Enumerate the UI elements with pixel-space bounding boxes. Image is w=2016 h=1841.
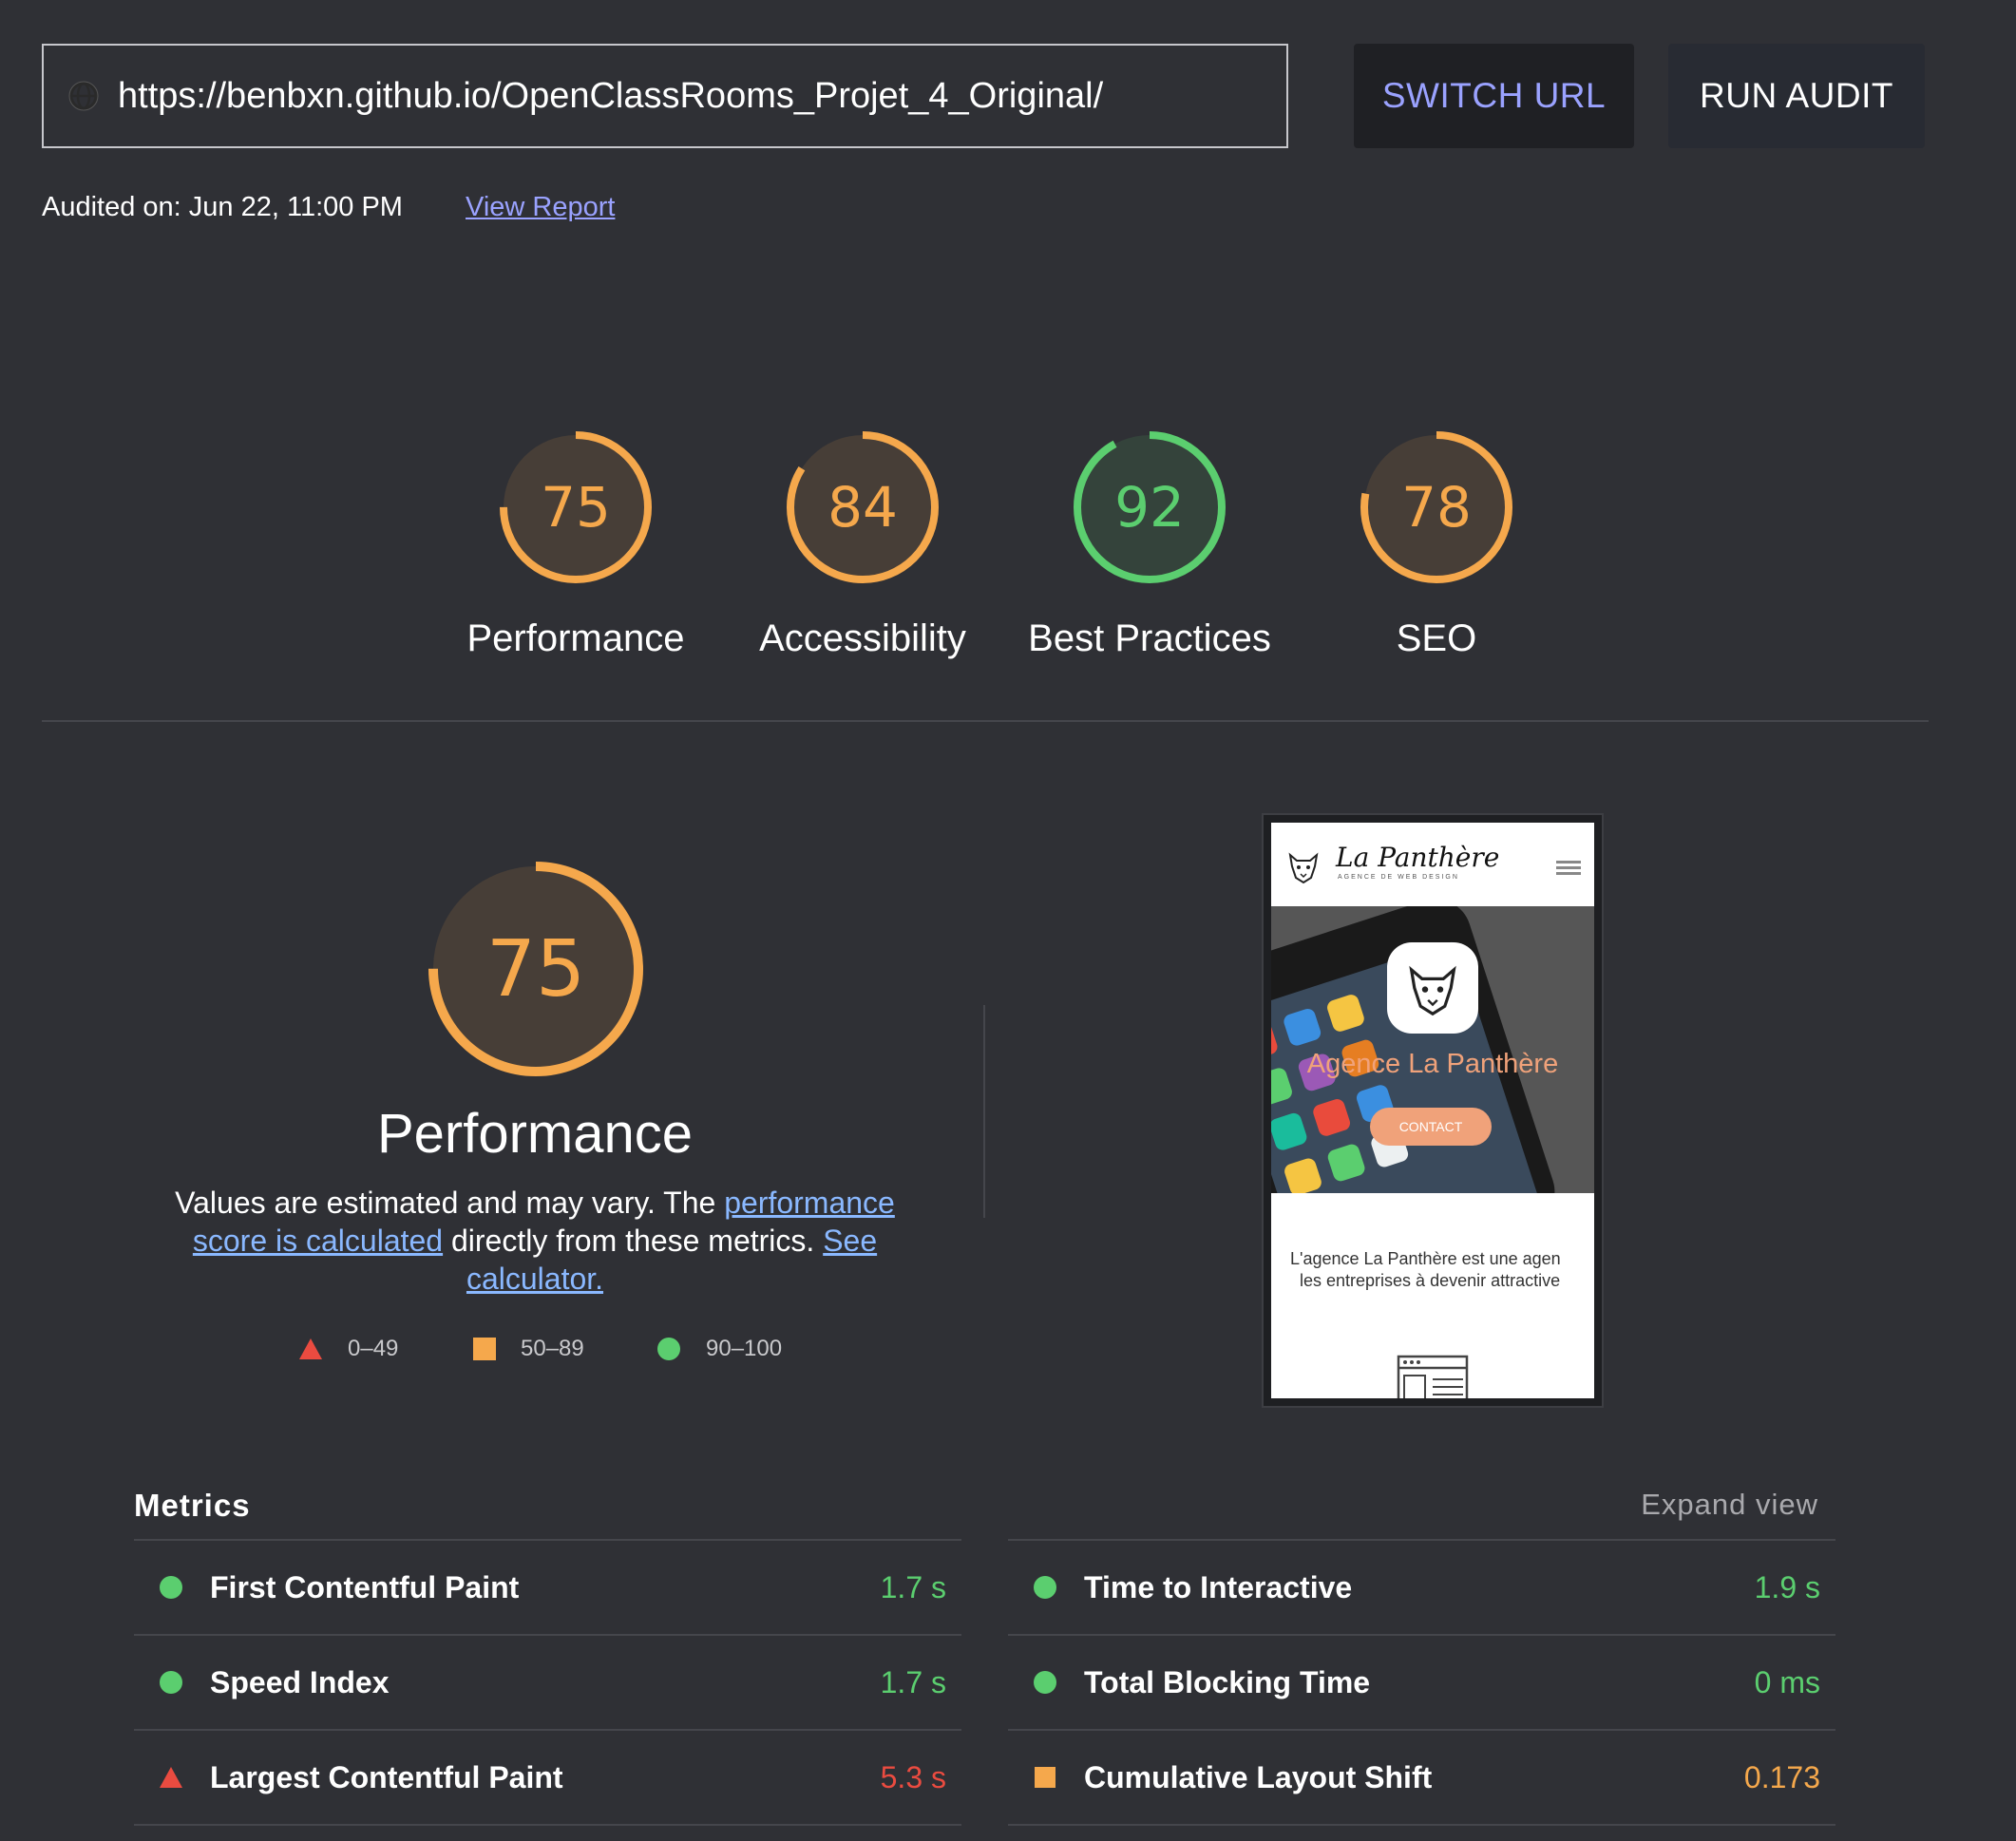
metric-row: First Contentful Paint 1.7 s — [134, 1541, 961, 1634]
hero-logo — [1387, 942, 1478, 1034]
metric-value: 1.9 s — [1754, 1569, 1820, 1604]
performance-description: Values are estimated and may vary. The p… — [155, 1184, 915, 1298]
pass-circle-icon — [1034, 1576, 1056, 1599]
metric-label: Speed Index — [210, 1664, 390, 1699]
gauge-score: 75 — [541, 475, 611, 540]
switch-url-button[interactable]: SWITCH URL — [1354, 44, 1634, 148]
metrics-title: Metrics — [134, 1488, 251, 1523]
browser-window-icon — [1397, 1355, 1469, 1398]
site-intro-line-2: les entreprises à devenir attractive — [1300, 1271, 1561, 1290]
site-brand-subtitle: AGENCE DE WEB DESIGN — [1338, 874, 1459, 881]
gauge-label: Performance — [466, 617, 685, 659]
site-intro-line-1: L'agence La Panthère est une agen — [1290, 1249, 1561, 1268]
contact-button[interactable]: CONTACT — [1370, 1108, 1492, 1146]
metric-row: Speed Index 1.7 s — [134, 1636, 961, 1729]
url-text: https://benbxn.github.io/OpenClassRooms_… — [118, 75, 1104, 116]
metric-value: 5.3 s — [880, 1759, 946, 1794]
vertical-divider — [983, 1005, 985, 1218]
pass-circle-icon — [160, 1576, 182, 1599]
site-brand: La Panthère — [1336, 842, 1500, 873]
fail-triangle-icon — [160, 1767, 182, 1788]
pass-circle-icon — [1034, 1671, 1056, 1694]
audited-timestamp: Audited on: Jun 22, 11:00 PM — [42, 192, 403, 222]
site-header: La Panthère AGENCE DE WEB DESIGN — [1271, 823, 1594, 906]
gauge-score: 84 — [827, 475, 898, 540]
metric-value: 1.7 s — [880, 1569, 946, 1604]
legend-average-label: 50–89 — [521, 1336, 584, 1361]
metric-label: Largest Contentful Paint — [210, 1759, 563, 1794]
gauge-label: SEO — [1396, 617, 1477, 659]
metric-label: Cumulative Layout Shift — [1084, 1759, 1433, 1794]
legend-average: 50–89 — [473, 1336, 584, 1362]
expand-view-toggle[interactable]: Expand view — [1615, 1488, 1818, 1522]
run-audit-button[interactable]: RUN AUDIT — [1668, 44, 1925, 148]
metric-value: 1.7 s — [880, 1664, 946, 1699]
legend-pass: 90–100 — [656, 1336, 782, 1362]
pass-circle-icon — [160, 1671, 182, 1694]
legend-fail-label: 0–49 — [348, 1336, 399, 1361]
metric-row: Largest Contentful Paint 5.3 s — [134, 1731, 961, 1824]
metrics-column-right: Time to Interactive 1.9 s Total Blocking T… — [1008, 1539, 1835, 1826]
site-intro-text: L'agence La Panthère est une agen les en… — [1290, 1248, 1594, 1292]
final-screenshot: La Panthère AGENCE DE WEB DESIGN Agence … — [1271, 823, 1594, 1398]
legend-fail: 0–49 — [298, 1336, 398, 1362]
metric-label: First Contentful Paint — [210, 1569, 520, 1604]
square-icon — [473, 1338, 496, 1360]
hero-title: Agence La Panthère — [1306, 1049, 1559, 1079]
metric-row: Time to Interactive 1.9 s — [1008, 1541, 1835, 1634]
metrics-column-left: First Contentful Paint 1.7 s Speed Index 1.… — [134, 1539, 961, 1826]
metric-label: Time to Interactive — [1084, 1569, 1353, 1604]
metric-row: Total Blocking Time 0 ms — [1008, 1636, 1835, 1729]
view-report-link[interactable]: View Report — [466, 192, 615, 223]
globe-icon — [68, 81, 99, 111]
gauge-score: 78 — [1401, 475, 1472, 540]
metric-divider — [1008, 1824, 1835, 1826]
description-text-1: Values are estimated and may vary. The — [175, 1186, 725, 1220]
panther-icon — [1409, 965, 1456, 1016]
url-input[interactable]: https://benbxn.github.io/OpenClassRooms_… — [42, 44, 1288, 148]
average-square-icon — [1035, 1767, 1056, 1788]
site-hero: Agence La Panthère CONTACT — [1271, 906, 1594, 1193]
triangle-icon — [299, 1338, 322, 1359]
performance-title: Performance — [376, 1103, 694, 1165]
gauge-score: 92 — [1114, 475, 1185, 540]
metric-value: 0 ms — [1754, 1664, 1820, 1699]
gauge-label: Best Practices — [1028, 617, 1271, 659]
gauge-label: Accessibility — [759, 617, 966, 659]
legend-pass-label: 90–100 — [706, 1336, 783, 1361]
metric-row: Cumulative Layout Shift 0.173 — [1008, 1731, 1835, 1824]
section-divider — [42, 720, 1929, 722]
performance-score: 75 — [485, 923, 586, 1015]
circle-icon — [657, 1338, 680, 1360]
metric-value: 0.173 — [1743, 1759, 1820, 1794]
description-text-2: directly from these metrics. — [443, 1224, 824, 1258]
metric-label: Total Blocking Time — [1084, 1664, 1371, 1699]
metric-divider — [134, 1824, 961, 1826]
panther-logo-icon — [1288, 852, 1319, 884]
